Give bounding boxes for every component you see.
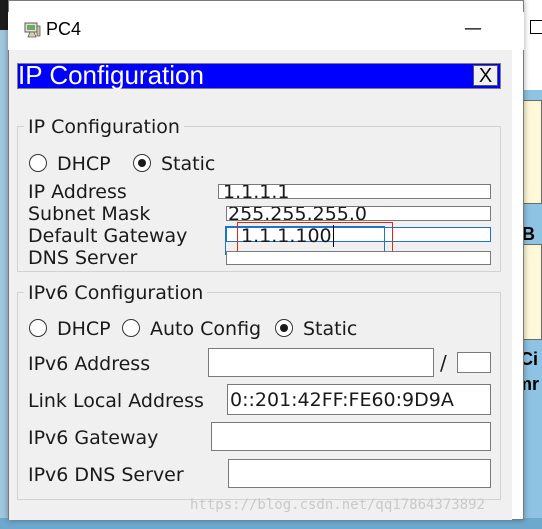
subnet-mask-label: Subnet Mask: [28, 203, 151, 225]
link-local-label: Link Local Address: [28, 390, 204, 412]
watermark: https://blog.csdn.net/qq17864373892: [190, 497, 486, 513]
close-button[interactable]: X: [473, 65, 498, 86]
ipv6-gateway-field[interactable]: [211, 422, 491, 451]
dns-server-field[interactable]: [226, 251, 491, 265]
prefix-separator: /: [440, 351, 447, 375]
ipv4-static-radio[interactable]: [133, 154, 151, 172]
ipv6-legend: IPv6 Configuration: [24, 282, 208, 304]
ipv6-gateway-label: IPv6 Gateway: [28, 427, 159, 449]
ipv6-auto-config-label[interactable]: Auto Config: [150, 318, 269, 340]
link-local-field[interactable]: 0::201:42FF:FE60:9D9A: [227, 384, 491, 415]
ipv6-dhcp-radio[interactable]: [29, 319, 47, 337]
ipv6-auto-config-radio[interactable]: [122, 319, 140, 337]
ip-address-field[interactable]: 1.1.1.1: [218, 184, 491, 199]
subnet-mask-value: 255.255.255.0: [228, 206, 368, 221]
default-gateway-value: 1.1.1.100: [241, 225, 334, 247]
subnet-mask-field[interactable]: 255.255.255.0: [226, 206, 491, 221]
ipv6-address-field[interactable]: [208, 348, 434, 377]
ipv4-dhcp-radio[interactable]: [29, 154, 47, 172]
maximize-button[interactable]: [530, 20, 542, 34]
ipv6-address-label: IPv6 Address: [28, 353, 151, 375]
ipv6-dns-field[interactable]: [228, 459, 491, 488]
dns-server-label: DNS Server: [28, 247, 138, 269]
link-local-value: 0::201:42FF:FE60:9D9A: [230, 389, 454, 411]
ipv6-static-label[interactable]: Static: [303, 318, 357, 340]
ipv4-dhcp-label[interactable]: DHCP: [57, 153, 111, 175]
window-title: PC4: [46, 19, 82, 39]
ipv6-dns-label: IPv6 DNS Server: [28, 464, 184, 486]
ip-address-value: 1.1.1.1: [223, 184, 290, 199]
ipv4-legend: IP Configuration: [24, 116, 184, 138]
ipv6-dhcp-label[interactable]: DHCP: [57, 318, 111, 340]
computer-icon: [24, 22, 41, 38]
ipv6-static-radio[interactable]: [275, 319, 293, 337]
window-titlebar[interactable]: [8, 12, 524, 50]
ip-address-label: IP Address: [28, 181, 127, 203]
default-gateway-label: Default Gateway: [28, 225, 188, 247]
ipv6-prefix-field[interactable]: [457, 352, 491, 373]
ip-config-title: IP Configuration: [18, 60, 204, 90]
minimize-button[interactable]: —: [462, 14, 484, 44]
ipv4-static-label[interactable]: Static: [161, 153, 215, 175]
